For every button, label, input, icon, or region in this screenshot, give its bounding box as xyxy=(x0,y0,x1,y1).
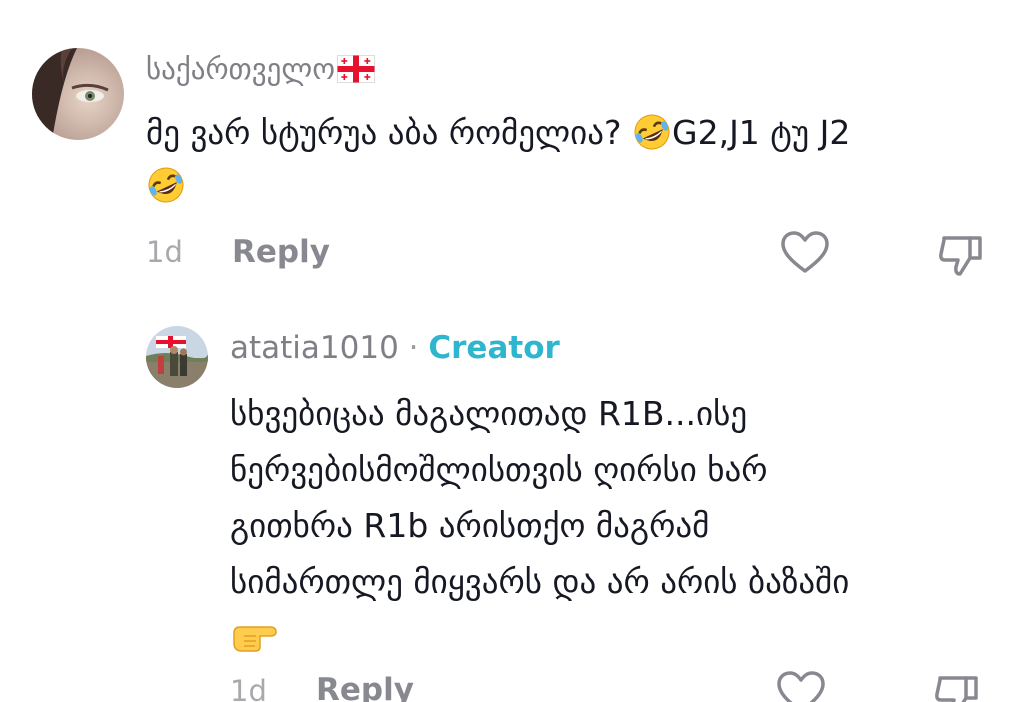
creator-badge: Creator xyxy=(428,330,560,366)
avatar-image xyxy=(32,48,124,140)
comment-line xyxy=(146,159,850,212)
rolling-on-floor-laughing-emoji xyxy=(632,112,672,152)
reply-line: გითხრა R1b არისთქო მაგრამ xyxy=(230,506,710,545)
commenter-username[interactable]: საქართველო xyxy=(146,52,376,86)
creator-username[interactable]: atatia1010 xyxy=(230,330,399,366)
comment-body: მე ვარ სტურუა აბა რომელია? G2,J1 ტუ J2 xyxy=(146,106,850,212)
separator-dot: · xyxy=(408,330,419,366)
reply-line: ნერვებისმოშლისთვის ღირსი ხარ xyxy=(230,450,768,489)
commenter-avatar[interactable] xyxy=(32,48,124,140)
backhand-index-pointing-right-emoji xyxy=(230,617,282,657)
comments-panel: საქართველო მე ვარ სტურუა აბა რომელია? G2… xyxy=(0,0,1024,702)
like-heart-icon[interactable] xyxy=(776,670,826,702)
username-text: საქართველო xyxy=(146,52,336,86)
georgia-flag-icon xyxy=(337,55,376,83)
reply-line: სხვებიცაა მაგალითად R1B...ისე xyxy=(230,394,748,433)
reply-line: სიმართლე მიყვარს და არ არის ბაზაში xyxy=(230,562,850,601)
creator-avatar[interactable] xyxy=(146,326,208,388)
reply-timestamp: 1d xyxy=(230,674,267,702)
dislike-thumb-down-icon[interactable] xyxy=(932,672,982,702)
reply-button[interactable]: Reply xyxy=(232,234,330,270)
like-heart-icon[interactable] xyxy=(780,230,830,276)
rolling-on-floor-laughing-emoji xyxy=(146,165,186,205)
dislike-thumb-down-icon[interactable] xyxy=(936,232,986,278)
reply-button[interactable]: Reply xyxy=(316,672,414,702)
reply-line xyxy=(230,610,849,666)
creator-header: atatia1010 · Creator xyxy=(230,330,560,366)
comment-line: მე ვარ სტურუა აბა რომელია? G2,J1 ტუ J2 xyxy=(146,106,850,159)
comment-timestamp: 1d xyxy=(146,235,183,269)
avatar-image xyxy=(146,326,208,388)
reply-body: სხვებიცაა მაგალითად R1B...ისე ნერვებისმო… xyxy=(230,386,849,666)
